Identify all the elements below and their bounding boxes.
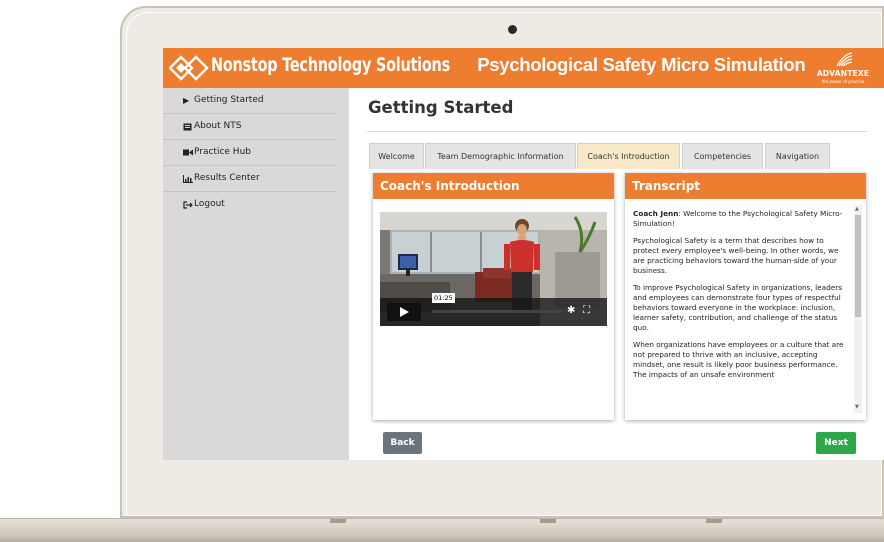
video-camera-icon (183, 140, 193, 166)
globe-icon (836, 52, 853, 67)
sidebar-item-label: Practice Hub (194, 147, 251, 157)
transcript-paragraph: Psychological Safety is a term that desc… (633, 236, 839, 275)
speaker-name: Coach Jenn (633, 209, 679, 218)
transcript-text: Coach Jenn: Welcome to the Psychological… (633, 209, 851, 419)
tab-coachs-introduction[interactable]: Coach's Introduction (577, 143, 680, 169)
fullscreen-icon[interactable]: ⛶ (583, 305, 590, 316)
video-progress-bar[interactable] (432, 310, 562, 313)
scroll-down-icon[interactable]: ▼ (855, 404, 859, 410)
brand-tagline: the power of practice (821, 79, 865, 84)
sidebar-item-logout[interactable]: Logout (163, 192, 336, 218)
sidebar-item-label: About NTS (194, 121, 242, 131)
coach-introduction-card: Coach's Introduction 01:25 ✱ ⛶ (373, 173, 614, 420)
card-heading: Coach's Introduction (373, 173, 614, 199)
video-time: 01:25 (432, 293, 455, 303)
tab-welcome[interactable]: Welcome (369, 143, 424, 169)
base-notch (540, 519, 556, 523)
simulation-name: Psychological Safety Micro Simulation (472, 54, 806, 75)
card-heading: Transcript (625, 173, 866, 199)
sidebar-item-getting-started[interactable]: ▶ Getting Started (163, 88, 336, 114)
diamond-logo-icon (169, 55, 209, 81)
page-title: Getting Started (368, 98, 514, 117)
sidebar-item-about-nts[interactable]: About NTS (163, 114, 336, 140)
sidebar-item-label: Results Center (194, 173, 260, 183)
back-button[interactable]: Back (383, 432, 422, 454)
scroll-thumb[interactable] (855, 215, 861, 317)
tab-team-demographic-information[interactable]: Team Demographic Information (425, 143, 576, 169)
base-notch (706, 519, 722, 523)
play-button[interactable] (387, 303, 421, 321)
play-icon (400, 307, 409, 317)
tab-competencies[interactable]: Competencies (682, 143, 763, 169)
video-player[interactable]: 01:25 ✱ ⛶ (380, 212, 607, 326)
app-title: Nonstop Technology Solutions Psychologic… (211, 54, 806, 76)
settings-gear-icon[interactable]: ✱ (567, 305, 575, 316)
sidebar: ▶ Getting Started About NTS Practice Hub… (163, 88, 349, 460)
app-header: Nonstop Technology Solutions Psychologic… (163, 48, 884, 88)
laptop-base (0, 518, 884, 542)
logout-icon (183, 192, 193, 219)
sidebar-item-label: Getting Started (194, 95, 264, 105)
base-notch (330, 519, 346, 523)
app-screen: Nonstop Technology Solutions Psychologic… (163, 48, 884, 460)
advantexe-logo: ADVANTEXE the power of practice (813, 52, 873, 86)
transcript-card: Transcript Coach Jenn: Welcome to the Ps… (625, 173, 866, 420)
tab-navigation[interactable]: Navigation (765, 143, 830, 169)
company-name: Nonstop Technology Solutions (211, 55, 450, 76)
webcam (508, 25, 517, 34)
divider (367, 131, 867, 132)
video-controls: 01:25 ✱ ⛶ (380, 293, 607, 326)
book-icon (183, 114, 193, 141)
transcript-scrollbar[interactable]: ▲ ▼ (854, 205, 862, 413)
next-button[interactable]: Next (816, 432, 856, 454)
play-icon: ▶ (183, 96, 190, 105)
chart-icon (183, 166, 193, 193)
scroll-up-icon[interactable]: ▲ (855, 206, 859, 212)
transcript-paragraph: To improve Psychological Safety in organ… (633, 283, 843, 332)
sidebar-item-practice-hub[interactable]: Practice Hub (163, 140, 336, 166)
transcript-paragraph: When organizations have employees or a c… (633, 340, 844, 379)
sidebar-item-label: Logout (194, 199, 225, 209)
sidebar-item-results-center[interactable]: Results Center (163, 166, 336, 192)
brand-name: ADVANTEXE (816, 69, 870, 78)
